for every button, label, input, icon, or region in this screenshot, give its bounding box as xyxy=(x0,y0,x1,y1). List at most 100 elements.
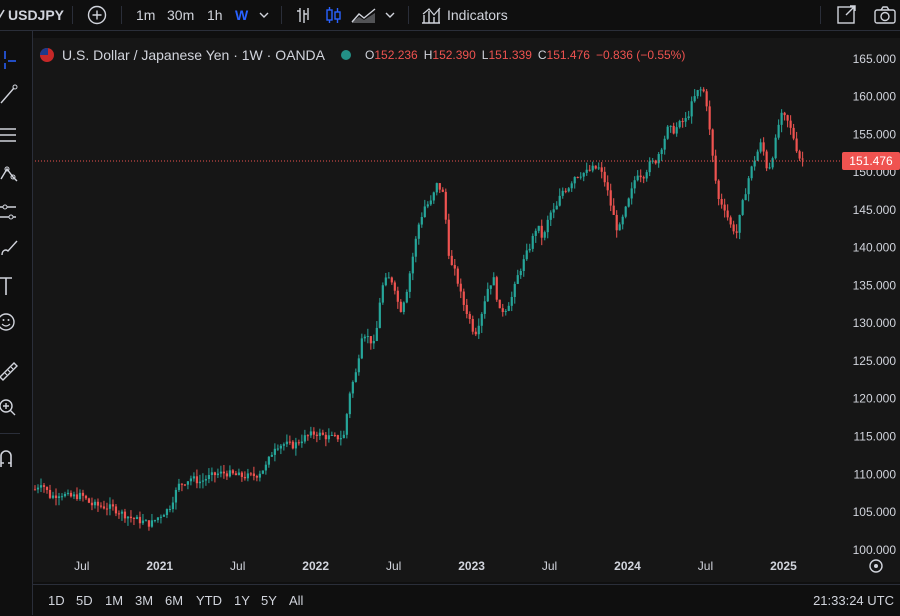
candle-body xyxy=(381,285,384,303)
candle-body xyxy=(393,282,396,291)
settings-icon[interactable] xyxy=(869,559,883,573)
candle-body xyxy=(753,160,756,167)
candle-body xyxy=(657,154,660,164)
candle-body xyxy=(702,89,705,92)
candle-body xyxy=(303,435,306,442)
price-chart[interactable]: 100.000 105.000 110.000 115.000 120.000 125.0… xyxy=(0,0,900,615)
candle-body xyxy=(435,183,438,193)
market-status-icon[interactable] xyxy=(341,50,351,60)
candle-body xyxy=(687,116,690,119)
candle-body xyxy=(507,305,510,311)
candle-body xyxy=(777,124,780,138)
candle-body xyxy=(306,435,309,437)
candle-body xyxy=(711,129,714,156)
candle-body xyxy=(462,291,465,305)
candle-body xyxy=(153,520,157,522)
candle-body xyxy=(582,172,585,177)
candle-body xyxy=(456,268,459,284)
candle-body xyxy=(333,434,336,436)
candle-body xyxy=(252,473,255,477)
candle-body xyxy=(450,255,453,266)
range-ytd[interactable]: YTD xyxy=(196,585,222,616)
candle-body xyxy=(429,200,432,205)
candle-body xyxy=(369,336,372,344)
candle-body xyxy=(525,250,528,260)
change-value: −0.836 (−0.55%) xyxy=(595,48,686,62)
candle-body xyxy=(786,115,789,121)
candle-body xyxy=(45,486,49,490)
candle-body xyxy=(189,478,193,482)
range-1m[interactable]: 1M xyxy=(105,585,123,616)
range-1d[interactable]: 1D xyxy=(48,585,65,616)
candle-body xyxy=(630,188,633,199)
candle-body xyxy=(285,441,288,445)
candle-body xyxy=(543,232,546,238)
range-3m[interactable]: 3M xyxy=(135,585,153,616)
candle-body xyxy=(255,476,258,478)
candle-body xyxy=(789,120,792,128)
candle-body xyxy=(738,214,741,233)
candle-body xyxy=(102,506,106,509)
candle-body xyxy=(675,127,678,134)
candle-body xyxy=(597,167,600,169)
candle-body xyxy=(570,183,573,189)
candle-body xyxy=(540,225,543,238)
candle-body xyxy=(732,224,735,232)
candle-body xyxy=(300,441,303,444)
price-axis[interactable]: 100.000 105.000 110.000 115.000 120.000 125.0… xyxy=(853,52,897,557)
candle-body xyxy=(522,259,525,271)
clock[interactable]: 21:33:24 UTC xyxy=(813,585,894,616)
range-5d[interactable]: 5D xyxy=(76,585,93,616)
candle-body xyxy=(591,165,594,171)
candle-body xyxy=(627,198,630,207)
candle-body xyxy=(363,336,366,339)
candle-body xyxy=(210,472,214,475)
candle-body xyxy=(417,224,420,239)
candle-body xyxy=(309,431,312,436)
candle-body xyxy=(555,205,558,210)
candle-body xyxy=(90,502,94,506)
symbol-title[interactable]: U.S. Dollar / Japanese Yen · 1W · OANDA xyxy=(62,47,325,63)
y-tick-label: 115.000 xyxy=(854,430,897,444)
range-all[interactable]: All xyxy=(289,585,303,616)
x-tick-label: 2025 xyxy=(770,559,797,573)
candle-body xyxy=(87,498,91,503)
candle-body xyxy=(144,520,148,522)
candle-body xyxy=(606,182,609,191)
x-tick-label: Jul xyxy=(542,559,557,573)
candle-body xyxy=(678,121,681,128)
candle-body xyxy=(774,137,777,159)
candle-body xyxy=(723,204,726,211)
candle-body xyxy=(693,96,696,102)
candle-body xyxy=(105,508,109,510)
candle-body xyxy=(315,434,318,436)
high-value: H152.390 xyxy=(423,48,476,62)
candle-body xyxy=(705,91,708,107)
last-price-tag: 151.476 xyxy=(842,152,900,171)
candle-body xyxy=(198,481,202,484)
candle-body xyxy=(273,448,276,455)
candle-body xyxy=(663,138,666,150)
time-axis[interactable]: Jul 2021 Jul 2022 Jul 2023 Jul 2024 Jul 2025 xyxy=(74,559,797,573)
y-tick-label: 135.000 xyxy=(853,278,897,292)
range-1y[interactable]: 1Y xyxy=(234,585,250,616)
candle-body xyxy=(477,325,480,335)
candle-body xyxy=(384,277,387,286)
range-5y[interactable]: 5Y xyxy=(261,585,277,616)
candle-body xyxy=(396,290,399,302)
candle-body xyxy=(135,516,139,520)
candle-body xyxy=(744,194,747,201)
candle-body xyxy=(279,445,282,449)
x-tick-label: 2021 xyxy=(146,559,173,573)
range-6m[interactable]: 6M xyxy=(165,585,183,616)
candle-body xyxy=(474,331,477,335)
candle-body xyxy=(159,516,163,518)
candle-body xyxy=(243,476,246,479)
y-tick-label: 155.000 xyxy=(853,127,897,141)
candle-body xyxy=(510,296,513,306)
candle-body xyxy=(486,288,489,302)
candle-body xyxy=(492,277,495,286)
candle-body xyxy=(246,473,249,479)
candle-body xyxy=(36,487,40,490)
candle-body xyxy=(93,501,97,506)
